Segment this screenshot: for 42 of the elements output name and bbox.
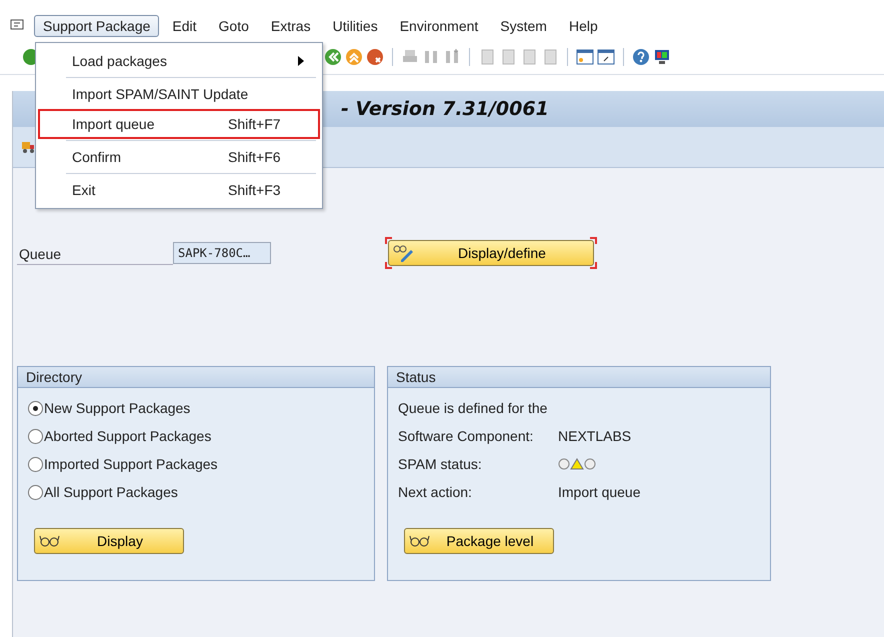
status-label: SPAM status: [398, 456, 483, 472]
menu-item[interactable]: Environment [390, 15, 488, 37]
display-button[interactable]: Display [34, 528, 184, 554]
screen-title: - Version 7.31/0061 [341, 98, 549, 120]
panel-title: Directory [26, 369, 82, 385]
radio-option[interactable]: All Support Packages [28, 478, 364, 506]
help-icon[interactable] [632, 48, 650, 66]
radio-option[interactable]: Aborted Support Packages [28, 422, 364, 450]
menu-item[interactable]: Goto [210, 15, 258, 37]
menu-item[interactable]: Extras [262, 15, 320, 37]
menu-item[interactable]: Support Package [34, 15, 160, 37]
menu-item[interactable]: Help [560, 15, 607, 37]
menu-option[interactable]: Confirm Shift+F6 [38, 142, 320, 172]
window-icon[interactable] [597, 48, 615, 66]
status-label: Software Component: [398, 428, 534, 444]
window-icon[interactable] [576, 48, 594, 66]
queue-field[interactable]: SAPK-780C… [173, 242, 271, 264]
menu-item[interactable]: Edit [163, 15, 206, 37]
panel-title: Status [396, 369, 436, 385]
display-define-button[interactable]: Display/define [388, 240, 594, 266]
menu-option[interactable]: Import SPAM/SAINT Update [38, 79, 320, 109]
glasses-icon [39, 534, 61, 548]
status-label: Queue is defined for the [398, 400, 548, 416]
status-value: Import queue [558, 484, 640, 500]
monitor-icon[interactable] [653, 48, 671, 66]
menu-option[interactable]: Import queue Shift+F7 [38, 109, 320, 139]
glasses-icon [409, 534, 431, 548]
menu-item[interactable]: System [491, 15, 556, 37]
radio-option[interactable]: New Support Packages [28, 394, 364, 422]
radio-option[interactable]: Imported Support Packages [28, 450, 364, 478]
glasses-pencil-icon [393, 244, 415, 262]
status-label: Next action: [398, 484, 473, 500]
status-value: NEXTLABS [558, 428, 632, 444]
truck-icon[interactable] [21, 140, 35, 154]
menu-option[interactable]: Exit Shift+F3 [38, 175, 320, 205]
menu-option[interactable]: Load packages [38, 46, 320, 76]
back-icon[interactable] [324, 48, 342, 66]
traffic-light-icon [558, 457, 596, 471]
up-icon[interactable] [345, 48, 363, 66]
package-level-button[interactable]: Package level [404, 528, 554, 554]
menu-item[interactable]: Utilities [324, 15, 387, 37]
cancel-icon[interactable] [366, 48, 384, 66]
